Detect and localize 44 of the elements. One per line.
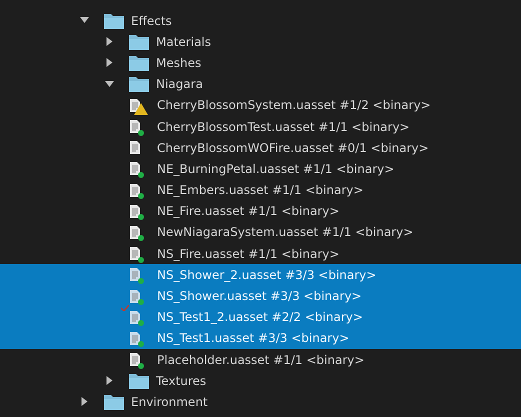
folder-label[interactable]: Environment — [131, 394, 208, 409]
file-row[interactable]: NS_Shower_2.uasset #3/3 <binary> — [0, 264, 521, 286]
folder-label[interactable]: Effects — [131, 14, 172, 28]
document-icon — [130, 226, 140, 239]
document-icon — [130, 120, 140, 134]
folder-icon — [104, 12, 124, 29]
folder-icon — [104, 394, 124, 410]
document-icon — [130, 247, 140, 260]
collapsed-arrow-icon[interactable] — [105, 37, 114, 46]
collapsed-arrow-icon[interactable] — [80, 397, 89, 406]
document-icon — [130, 268, 140, 282]
folder-label[interactable]: Textures — [156, 374, 206, 388]
file-row[interactable]: Placeholder.uasset #1/1 <binary> — [0, 349, 521, 370]
folder-label[interactable]: Niagara — [156, 77, 203, 92]
document-icon — [130, 332, 140, 345]
file-row[interactable]: CherryBlossomSystem.uasset #1/2 <binary> — [0, 94, 521, 116]
file-row[interactable]: CherryBlossomTest.uasset #1/1 <binary> — [0, 116, 521, 138]
expanded-arrow-icon[interactable] — [80, 16, 89, 26]
document-icon — [130, 141, 140, 154]
document-icon — [130, 310, 140, 324]
file-row[interactable]: NE_Fire.uasset #1/1 <binary> — [0, 200, 521, 222]
file-row[interactable]: NS_Shower.uasset #3/3 <binary> — [0, 285, 521, 307]
file-row[interactable]: NS_Fire.uasset #1/1 <binary> — [0, 243, 521, 264]
document-icon — [130, 353, 140, 366]
file-row[interactable]: NewNiagaraSystem.uasset #1/1 <binary> — [0, 222, 521, 244]
folder-icon — [129, 76, 149, 92]
document-icon — [130, 162, 140, 176]
folder-label[interactable]: Meshes — [156, 56, 202, 70]
file-row[interactable]: NS_Test1_2.uasset #2/2 <binary> — [0, 306, 521, 328]
document-icon — [130, 98, 140, 112]
document-icon — [130, 184, 140, 197]
document-icon — [130, 204, 140, 218]
collapsed-arrow-icon[interactable] — [105, 58, 114, 68]
file-row[interactable]: CherryBlossomWOFire.uasset #0/1 <binary> — [0, 137, 521, 158]
collapsed-arrow-icon[interactable] — [105, 376, 114, 386]
folder-icon — [129, 54, 149, 71]
folder-icon — [129, 372, 149, 389]
document-icon — [130, 290, 140, 303]
folder-label[interactable]: Materials — [156, 34, 212, 49]
file-row[interactable]: NS_Test1.uasset #3/3 <binary> — [0, 328, 521, 349]
file-row[interactable]: NE_Embers.uasset #1/1 <binary> — [0, 180, 521, 201]
folder-icon — [129, 34, 149, 50]
file-row[interactable]: NE_BurningPetal.uasset #1/1 <binary> — [0, 158, 521, 180]
expanded-arrow-icon[interactable] — [105, 80, 114, 89]
